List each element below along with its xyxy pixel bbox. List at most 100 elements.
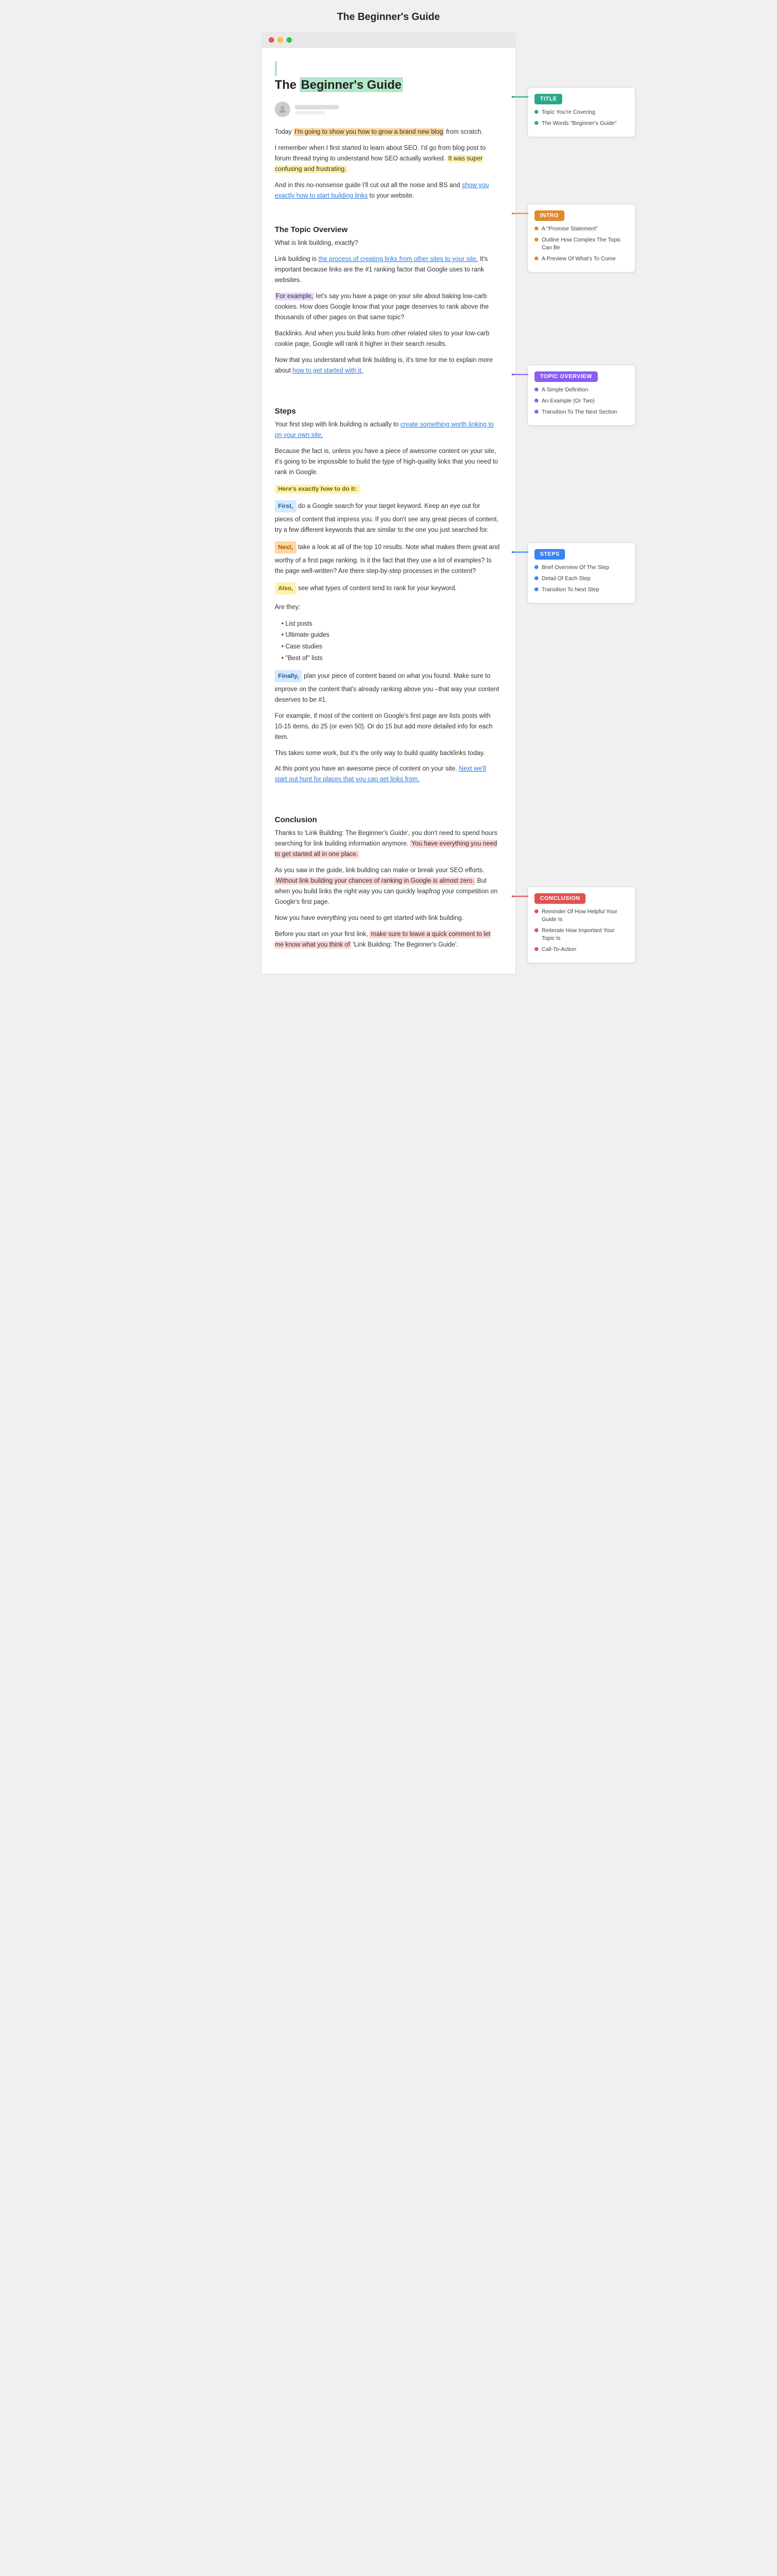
annotation-topic: TOPIC OVERVIEW A Simple Definition An Ex… [527, 365, 635, 426]
title-dot-2 [534, 121, 538, 125]
steps-next-p: Next, take a look at all of the top 10 r… [275, 541, 500, 577]
steps-first-label: First, [275, 500, 296, 512]
article-heading: The Beginner's Guide [275, 61, 500, 93]
intro-item-3: A Preview Of What's To Come [534, 255, 628, 263]
browser-dot-green [286, 37, 292, 43]
avatar [275, 102, 290, 117]
author-name-bar [295, 105, 339, 109]
conclusion-item-3: Call-To-Action [534, 946, 628, 954]
heading-highlight-1 [275, 61, 277, 76]
list-item: Ultimate guides [281, 630, 500, 641]
list-item: "Best of" lists [281, 653, 500, 665]
intro-item-2: Outline How Complex The Topic Can Be [534, 237, 628, 252]
topic-heading: The Topic Overview [275, 225, 500, 234]
intro-highlight-2: It was super confusing and frustrating. [275, 155, 483, 173]
conclusion-highlight-1: You have everything you need to get star… [275, 840, 497, 858]
article-container: The Beginner's Guide Today I'm going to … [261, 47, 516, 974]
page-title: The Beginner's Guide [337, 11, 440, 23]
topic-highlight-2: For example, [275, 293, 314, 300]
author-info [295, 105, 339, 114]
conclusion-dot-2 [534, 928, 538, 932]
topic-dot-3 [534, 410, 538, 414]
steps-also-label: Also, [275, 582, 296, 595]
conclusion-highlight-2: Without link building your chances of ra… [275, 877, 475, 885]
title-item-1: Topic You're Covering [534, 109, 628, 117]
conclusion-p4: Before you start on your first link, mak… [275, 929, 500, 950]
steps-first-p: First, do a Google search for your targe… [275, 500, 500, 536]
steps-here-label: Here's exactly how to do it: [275, 485, 360, 494]
list-item: List posts [281, 618, 500, 630]
intro-dot-3 [534, 256, 538, 260]
topic-highlight-1: the process of creating links from other… [319, 256, 478, 263]
topic-label: TOPIC OVERVIEW [534, 371, 598, 382]
conclusion-annotation-box: CONCLUSION Reminder Of How Helpful Your … [527, 887, 635, 963]
conclusion-p2: As you saw in the guide, link building c… [275, 866, 500, 908]
topic-p3: Backlinks. And when you build links from… [275, 329, 500, 350]
browser-chrome [261, 32, 516, 47]
annotation-title: TITLE Topic You're Covering The Words "B… [527, 87, 635, 137]
steps-list: List posts Ultimate guides Case studies … [281, 618, 500, 665]
topic-p1: Link building is the process of creating… [275, 254, 500, 286]
steps-highlight-1: create something worth linking to on you… [275, 421, 494, 439]
intro-item-1: A "Promise Statement" [534, 225, 628, 233]
steps-item-2: Detail Of Each Step [534, 575, 628, 583]
steps-p2: Because the fact is, unless you have a p… [275, 446, 500, 478]
steps-also-p: Also, see what types of content tend to … [275, 582, 500, 597]
intro-link[interactable]: show you exactly how to start building l… [275, 182, 489, 199]
steps-finally-label: Finally, [275, 670, 302, 682]
author-date-bar [295, 111, 325, 114]
steps-item-3: Transition To Next Step [534, 586, 628, 594]
steps-p1: Your first step with link building is ac… [275, 420, 500, 441]
steps-annotation-box: STEPS Brief Overview Of The Step Detail … [527, 542, 635, 603]
conclusion-p3: Now you have everything you need to get … [275, 913, 500, 924]
title-label: TITLE [534, 94, 562, 104]
conclusion-label: CONCLUSION [534, 893, 586, 904]
conclusion-p1: Thanks to 'Link Building: The Beginner's… [275, 828, 500, 860]
topic-p4: Now that you understand what link buildi… [275, 355, 500, 376]
heading-highlight-2: Beginner's Guide [300, 77, 402, 92]
annotation-steps: STEPS Brief Overview Of The Step Detail … [527, 542, 635, 603]
intro-annotation-box: INTRO A "Promise Statement" Outline How … [527, 204, 635, 273]
steps-next-link: Next we'll start out hunt for places tha… [275, 766, 486, 783]
title-annotation-box: TITLE Topic You're Covering The Words "B… [527, 87, 635, 137]
topic-q: What is link building, exactly? [275, 238, 500, 249]
steps-item-1: Brief Overview Of The Step [534, 564, 628, 572]
title-dot-1 [534, 110, 538, 114]
topic-annotation-box: TOPIC OVERVIEW A Simple Definition An Ex… [527, 365, 635, 426]
intro-label: INTRO [534, 210, 564, 221]
topic-item-1: A Simple Definition [534, 386, 628, 394]
conclusion-item-1: Reminder Of How Helpful Your Guide Is [534, 908, 628, 924]
steps-example-p: For example, if most of the content on G… [275, 711, 500, 743]
intro-p1: Today I'm going to show you how to grow … [275, 127, 500, 138]
steps-point-p: At this point you have an awesome piece … [275, 764, 500, 785]
topic-item-3: Transition To The Next Section [534, 409, 628, 416]
intro-dot-2 [534, 238, 538, 242]
topic-item-2: An Example (Or Two) [534, 398, 628, 405]
steps-label: STEPS [534, 549, 565, 560]
steps-dot-3 [534, 587, 538, 591]
annotation-intro: INTRO A "Promise Statement" Outline How … [527, 204, 635, 273]
steps-heading: Steps [275, 406, 500, 415]
intro-p3: And in this no-nonsense guide I'll cut o… [275, 180, 500, 202]
steps-dot-1 [534, 565, 538, 569]
content-area: The Beginner's Guide Today I'm going to … [261, 48, 516, 974]
conclusion-item-2: Reiterate How Important Your Topic Is [534, 927, 628, 943]
intro-highlight-1: I'm going to show you how to grow a bran… [294, 128, 445, 136]
steps-arethey: Are they: [275, 602, 500, 613]
heading-line2: The Beginner's Guide [275, 77, 403, 92]
topic-dot-2 [534, 399, 538, 402]
conclusion-dot-1 [534, 909, 538, 913]
intro-p2: I remember when I first started to learn… [275, 143, 500, 175]
steps-finally-p: Finally, plan your piece of content base… [275, 670, 500, 706]
title-item-2: The Words "Beginner's Guide" [534, 120, 628, 128]
topic-p2: For example, let's say you have a page o… [275, 291, 500, 323]
author-row [275, 102, 500, 117]
topic-link[interactable]: how to get started with it. [292, 368, 363, 374]
conclusion-heading: Conclusion [275, 815, 500, 824]
browser-dot-yellow [278, 37, 283, 43]
conclusion-dot-3 [534, 947, 538, 951]
steps-next-label: Next, [275, 541, 296, 554]
steps-dot-2 [534, 576, 538, 580]
conclusion-highlight-3: make sure to leave a quick comment to le… [275, 930, 491, 949]
list-item: Case studies [281, 641, 500, 653]
